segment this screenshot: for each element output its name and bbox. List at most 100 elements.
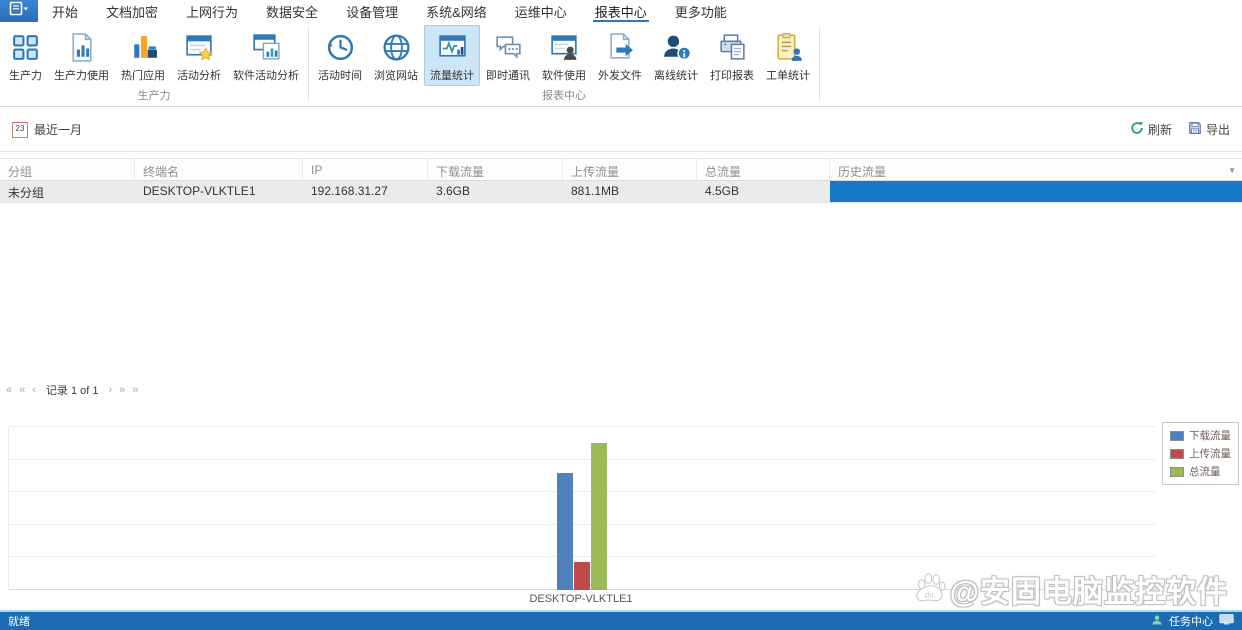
- legend-swatch-total: [1170, 467, 1184, 477]
- menu-tab-ops-center[interactable]: 运维中心: [501, 0, 581, 22]
- col-header-group[interactable]: 分组: [0, 159, 135, 180]
- ribbon-item-software-usage[interactable]: 软件使用: [536, 25, 592, 86]
- monitor-icon[interactable]: [1219, 613, 1234, 629]
- menu-tab-data-security[interactable]: 数据安全: [252, 0, 332, 22]
- offline-stats-icon: [660, 29, 693, 65]
- bar-上传流量: [574, 562, 590, 590]
- save-disk-icon: [1188, 121, 1202, 138]
- legend-item-download: 下载流量: [1170, 428, 1231, 443]
- ribbon-item-software-activity-analysis[interactable]: 软件活动分析: [227, 25, 305, 86]
- table-row[interactable]: 未分组 DESKTOP-VLKTLE1 192.168.31.27 3.6GB …: [0, 181, 1242, 203]
- software-activity-analysis-icon: [250, 29, 283, 65]
- chart-legend: 下载流量 上传流量 总流量: [1162, 422, 1239, 485]
- legend-item-total: 总流量: [1170, 464, 1231, 479]
- cell-upload: 881.1MB: [563, 181, 697, 202]
- app-window: 开始 文档加密 上网行为 数据安全 设备管理 系统&网络 运维中心 报表中心 更…: [0, 0, 1242, 630]
- traffic-bar-chart: DESKTOP-VLKTLE1 下载流量 上传流量 总流量: [0, 400, 1242, 612]
- ribbon-item-instant-messaging[interactable]: 即时通讯: [480, 25, 536, 86]
- status-ready-label: 就绪: [8, 613, 30, 629]
- fast-prev-page-icon[interactable]: «: [19, 381, 25, 399]
- menu-bar: 开始 文档加密 上网行为 数据安全 设备管理 系统&网络 运维中心 报表中心 更…: [0, 0, 1242, 22]
- cell-ip: 192.168.31.27: [303, 181, 428, 202]
- bar-group: [557, 427, 607, 590]
- hot-apps-icon: [127, 29, 160, 65]
- refresh-button[interactable]: 刷新: [1130, 121, 1172, 138]
- cell-download: 3.6GB: [428, 181, 563, 202]
- task-center-label: 任务中心: [1169, 613, 1213, 629]
- cell-history: [830, 181, 1242, 202]
- work-order-icon: [772, 29, 805, 65]
- refresh-icon: [1130, 121, 1144, 138]
- ribbon-item-outgoing-files[interactable]: 外发文件: [592, 25, 648, 86]
- ribbon-item-work-order-stats[interactable]: 工单统计: [760, 25, 816, 86]
- col-header-terminal[interactable]: 终端名: [135, 159, 303, 180]
- doc-chart-icon: [65, 29, 98, 65]
- bar-下载流量: [557, 473, 573, 590]
- date-range-filter[interactable]: 23 最近一月: [12, 121, 82, 138]
- record-pager: « « ‹ 记录 1 of 1 › » »: [6, 381, 138, 399]
- next-page-icon[interactable]: ›: [109, 381, 113, 399]
- ribbon-item-productivity[interactable]: 生产力: [3, 25, 48, 86]
- ribbon-item-offline-stats[interactable]: 离线统计: [648, 25, 704, 86]
- menu-tab-start[interactable]: 开始: [38, 0, 92, 22]
- ribbon-item-traffic-stats[interactable]: 流量统计: [424, 25, 480, 86]
- chevron-down-icon[interactable]: ▼: [1228, 166, 1236, 175]
- ribbon-item-productivity-usage[interactable]: 生产力使用: [48, 25, 115, 86]
- traffic-table: 分组 终端名 IP 下载流量 上传流量 总流量 历史流量 ▼ 未分组 DESKT…: [0, 158, 1242, 203]
- menu-tab-device-mgmt[interactable]: 设备管理: [332, 0, 412, 22]
- ribbon-group-report-center: 活动时间 浏览网站 流量统计: [309, 22, 819, 106]
- x-axis-category-label: DESKTOP-VLKTLE1: [8, 593, 1154, 605]
- export-button[interactable]: 导出: [1188, 121, 1230, 138]
- history-traffic-bar: [830, 181, 1242, 202]
- menu-tab-web-behavior[interactable]: 上网行为: [172, 0, 252, 22]
- legend-swatch-download: [1170, 431, 1184, 441]
- app-window-icon: [9, 1, 29, 21]
- ribbon-item-hot-apps[interactable]: 热门应用: [115, 25, 171, 86]
- clock-history-icon: [324, 29, 357, 65]
- col-header-ip[interactable]: IP: [303, 159, 428, 180]
- app-menu-button[interactable]: [0, 0, 38, 22]
- calendar-icon: 23: [12, 122, 28, 138]
- legend-swatch-upload: [1170, 449, 1184, 459]
- ribbon-group-label: 生产力: [0, 89, 308, 106]
- activity-analysis-icon: [183, 29, 216, 65]
- last-page-icon[interactable]: »: [132, 381, 138, 399]
- ribbon-item-print-report[interactable]: 打印报表: [704, 25, 760, 86]
- col-header-total[interactable]: 总流量: [697, 159, 830, 180]
- date-range-label: 最近一月: [34, 121, 82, 138]
- menu-tab-report-center[interactable]: 报表中心: [581, 0, 661, 22]
- ribbon-item-activity-analysis[interactable]: 活动分析: [171, 25, 227, 86]
- printer-icon: [716, 29, 749, 65]
- traffic-stats-icon: [436, 29, 469, 65]
- col-header-history[interactable]: 历史流量 ▼: [830, 159, 1242, 180]
- ribbon-group-productivity: 生产力 生产力使用 热门应用: [0, 22, 308, 106]
- menu-tab-more[interactable]: 更多功能: [661, 0, 741, 22]
- menu-tab-doc-encryption[interactable]: 文档加密: [92, 0, 172, 22]
- prev-page-icon[interactable]: ‹: [32, 381, 36, 399]
- status-bar: 就绪 任务中心: [0, 610, 1242, 630]
- grid-icon: [9, 29, 42, 65]
- bar-总流量: [591, 443, 607, 590]
- legend-item-upload: 上传流量: [1170, 446, 1231, 461]
- task-center-button[interactable]: 任务中心: [1151, 613, 1234, 629]
- ribbon-item-activity-time[interactable]: 活动时间: [312, 25, 368, 86]
- outgoing-file-icon: [604, 29, 637, 65]
- ribbon: 生产力 生产力使用 热门应用: [0, 22, 1242, 107]
- menu-tab-system-network[interactable]: 系统&网络: [412, 0, 501, 22]
- table-header-row: 分组 终端名 IP 下载流量 上传流量 总流量 历史流量 ▼: [0, 158, 1242, 181]
- first-page-icon[interactable]: «: [6, 381, 12, 399]
- col-header-download[interactable]: 下载流量: [428, 159, 563, 180]
- chat-icon: [492, 29, 525, 65]
- globe-icon: [380, 29, 413, 65]
- ribbon-separator: [819, 27, 820, 101]
- cell-terminal: DESKTOP-VLKTLE1: [135, 181, 303, 202]
- fast-next-page-icon[interactable]: »: [119, 381, 125, 399]
- chart-plot: [8, 427, 1155, 590]
- filter-toolbar: 23 最近一月 刷新 导出: [0, 108, 1242, 152]
- ribbon-item-browse-websites[interactable]: 浏览网站: [368, 25, 424, 86]
- record-count-label: 记录 1 of 1: [46, 382, 99, 398]
- cell-group: 未分组: [0, 181, 135, 202]
- ribbon-group-label: 报表中心: [309, 89, 819, 106]
- user-person-icon: [1151, 614, 1163, 629]
- col-header-upload[interactable]: 上传流量: [563, 159, 697, 180]
